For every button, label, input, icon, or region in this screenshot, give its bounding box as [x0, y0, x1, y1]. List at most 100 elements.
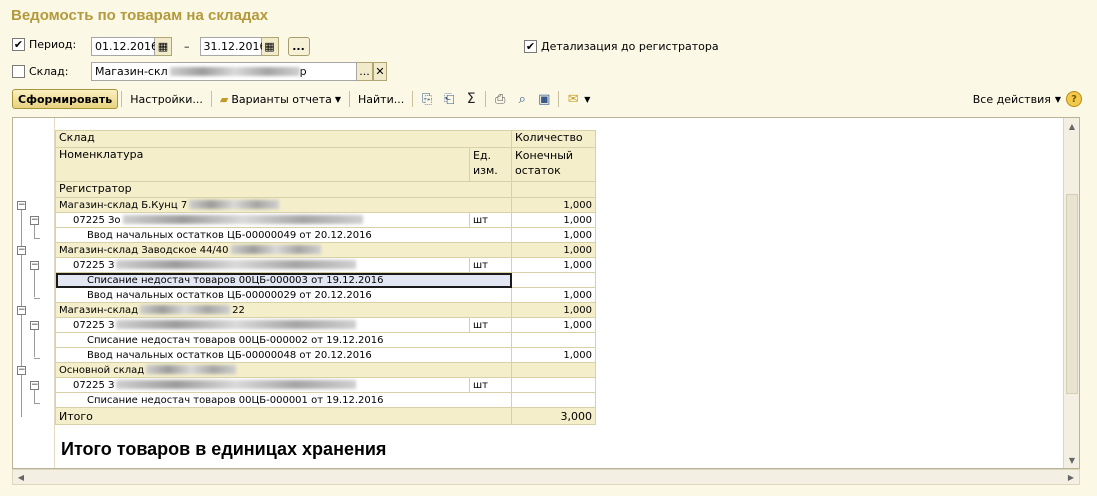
warehouse-cell[interactable]: Магазин-склад Заводское 44/40 — [55, 242, 512, 258]
cell-text: Магазин-склад Заводское 44/40 — [59, 244, 229, 256]
warehouse-value: Магазин-скл — [95, 65, 168, 78]
item-cell[interactable]: 07225 З — [55, 317, 470, 333]
warehouse-cell[interactable]: Основной склад — [55, 362, 512, 378]
collapse-toggle[interactable]: − — [30, 321, 39, 330]
table-row[interactable]: Списание недостач товаров 00ЦБ-000003 от… — [55, 272, 596, 288]
cell-text: Магазин-склад — [59, 304, 139, 316]
scroll-left-icon[interactable]: ◀ — [13, 469, 29, 485]
table-row[interactable]: Списание недостач товаров 00ЦБ-000001 от… — [55, 392, 596, 408]
quantity-cell: 1,000 — [511, 287, 596, 303]
scroll-right-icon[interactable]: ▶ — [1063, 469, 1079, 485]
period-dash: – — [184, 40, 190, 53]
collapse-toggle[interactable]: − — [17, 366, 26, 375]
folder-icon: ▰ — [219, 92, 229, 106]
header-item: Номенклатура — [55, 147, 470, 182]
redacted-text — [116, 260, 357, 269]
registrar-cell[interactable]: Ввод начальных остатков ЦБ-00000048 от 2… — [55, 347, 512, 363]
table-row[interactable]: 07225 З шт 1,000 — [55, 257, 596, 273]
table-row[interactable]: Магазин-склад Заводское 44/40 1,000 — [55, 242, 596, 258]
redacted-text — [146, 365, 237, 374]
redacted-text — [116, 380, 357, 389]
report-variants-button[interactable]: ▰ Варианты отчета ▼ — [215, 89, 346, 109]
detail-checkbox[interactable]: ✔ — [524, 40, 537, 53]
collapse-toggle[interactable]: − — [17, 201, 26, 210]
cell-text: Ввод начальных остатков ЦБ-00000029 от 2… — [87, 289, 372, 301]
period-label: Период: — [29, 38, 77, 51]
table-row[interactable]: Основной склад — [55, 362, 596, 378]
quantity-cell: 1,000 — [511, 257, 596, 273]
item-cell[interactable]: 07225 З — [55, 377, 470, 393]
cell-text: Основной склад — [59, 364, 145, 376]
unit-cell: шт — [469, 377, 512, 393]
period-from-input[interactable]: 01.12.2016 — [91, 37, 158, 56]
registrar-cell[interactable]: Ввод начальных остатков ЦБ-00000049 от 2… — [55, 227, 512, 243]
generate-button[interactable]: Сформировать — [12, 89, 119, 109]
period-to-input[interactable]: 31.12.2016 — [199, 37, 266, 56]
save-icon[interactable]: ▣ — [535, 90, 553, 108]
table-row[interactable]: 07225 З шт 1,000 — [55, 317, 596, 333]
sum-icon[interactable]: Σ — [462, 90, 480, 108]
scroll-down-icon[interactable]: ▼ — [1064, 452, 1080, 468]
paste-icon[interactable]: ⎗ — [440, 90, 458, 108]
table-row[interactable]: 07225 Зо шт 1,000 — [55, 212, 596, 228]
collapse-toggle[interactable]: − — [17, 306, 26, 315]
grouping-gutter: − − − − − − − − — [13, 118, 55, 468]
quantity-cell: 1,000 — [511, 317, 596, 333]
warehouse-cell[interactable]: Магазин-склад Б.Кунц 7 — [55, 197, 512, 213]
scroll-up-icon[interactable]: ▲ — [1064, 118, 1080, 134]
collapse-toggle[interactable]: − — [30, 261, 39, 270]
cell-text: 22 — [232, 304, 245, 316]
item-cell[interactable]: 07225 Зо — [55, 212, 470, 228]
table-row[interactable]: Ввод начальных остатков ЦБ-00000048 от 2… — [55, 347, 596, 363]
calendar-icon[interactable]: ▦ — [155, 37, 172, 56]
header-empty — [511, 181, 596, 198]
chevron-down-icon[interactable]: ▼ — [584, 95, 590, 104]
table-row[interactable]: Магазин-склад 22 1,000 — [55, 302, 596, 318]
collapse-toggle[interactable]: − — [17, 246, 26, 255]
cell-text: Списание недостач товаров 00ЦБ-000002 от… — [87, 334, 384, 346]
chevron-down-icon: ▼ — [1054, 94, 1061, 104]
period-checkbox[interactable]: ✔ — [12, 38, 25, 51]
calendar-icon[interactable]: ▦ — [261, 37, 279, 56]
registrar-cell[interactable]: Списание недостач товаров 00ЦБ-000002 от… — [55, 332, 512, 348]
registrar-cell[interactable]: Списание недостач товаров 00ЦБ-000003 от… — [55, 272, 512, 288]
collapse-toggle[interactable]: − — [30, 216, 39, 225]
table-row[interactable]: 07225 З шт — [55, 377, 596, 393]
help-icon[interactable]: ? — [1066, 91, 1082, 107]
toolbar-separator — [412, 91, 414, 107]
registrar-cell[interactable]: Списание недостач товаров 00ЦБ-000001 от… — [55, 392, 512, 408]
print-icon[interactable]: ⎙ — [491, 90, 509, 108]
period-choose-button[interactable]: ... — [287, 37, 310, 56]
vertical-scrollbar[interactable]: ▲ ▼ — [1063, 118, 1079, 468]
clear-icon[interactable]: ✕ — [373, 62, 387, 81]
warehouse-input[interactable]: Магазин-скл р — [91, 62, 357, 81]
copy-icon[interactable]: ⎘ — [418, 90, 436, 108]
settings-button[interactable]: Настройки... — [125, 89, 208, 109]
find-button[interactable]: Найти... — [353, 89, 409, 109]
mail-icon[interactable]: ✉ — [564, 90, 582, 108]
scroll-thumb[interactable] — [1066, 194, 1078, 394]
toolbar-separator — [485, 91, 487, 107]
warehouse-choose-button[interactable]: ... — [357, 62, 373, 81]
warehouse-cell[interactable]: Магазин-склад 22 — [55, 302, 512, 318]
cell-text: 07225 З — [73, 319, 115, 331]
registrar-cell[interactable]: Ввод начальных остатков ЦБ-00000029 от 2… — [55, 287, 512, 303]
redacted-text — [169, 67, 300, 76]
quantity-cell — [511, 362, 596, 378]
preview-icon[interactable]: ⌕ — [513, 90, 531, 108]
cell-text: Списание недостач товаров 00ЦБ-000001 от… — [87, 394, 384, 406]
table-row[interactable]: Списание недостач товаров 00ЦБ-000002 от… — [55, 332, 596, 348]
redacted-text — [140, 305, 231, 314]
item-cell[interactable]: 07225 З — [55, 257, 470, 273]
table-row[interactable]: Магазин-склад Б.Кунц 7 1,000 — [55, 197, 596, 213]
collapse-toggle[interactable]: − — [30, 381, 39, 390]
all-actions-button[interactable]: Все действия ▼ — [968, 89, 1066, 109]
warehouse-checkbox[interactable] — [12, 65, 25, 78]
cell-text: 07225 Зо — [73, 214, 121, 226]
unit-cell: шт — [469, 257, 512, 273]
horizontal-scrollbar[interactable]: ◀ ▶ — [12, 469, 1080, 485]
report-sheet[interactable]: − − − − − − − − Склад Количество Номенкл… — [12, 117, 1080, 469]
table-row[interactable]: Ввод начальных остатков ЦБ-00000029 от 2… — [55, 287, 596, 303]
quantity-cell: 1,000 — [511, 212, 596, 228]
table-row[interactable]: Ввод начальных остатков ЦБ-00000049 от 2… — [55, 227, 596, 243]
